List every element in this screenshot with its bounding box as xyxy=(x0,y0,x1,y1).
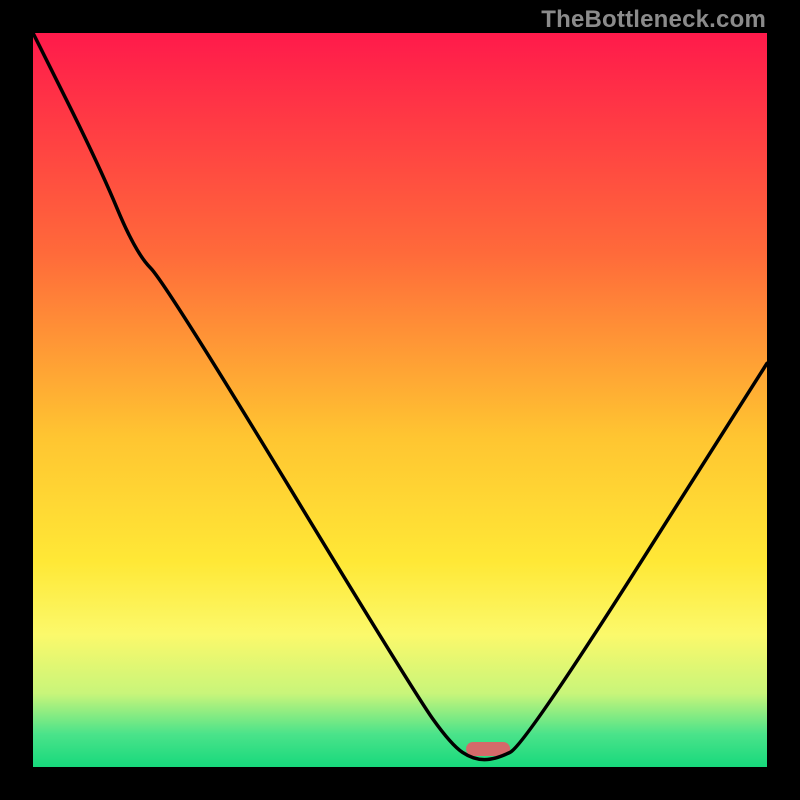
bottleneck-chart xyxy=(33,33,767,767)
gradient-background xyxy=(33,33,767,767)
chart-container: TheBottleneck.com xyxy=(0,0,800,800)
watermark-label: TheBottleneck.com xyxy=(541,6,766,34)
plot-area xyxy=(33,33,767,767)
